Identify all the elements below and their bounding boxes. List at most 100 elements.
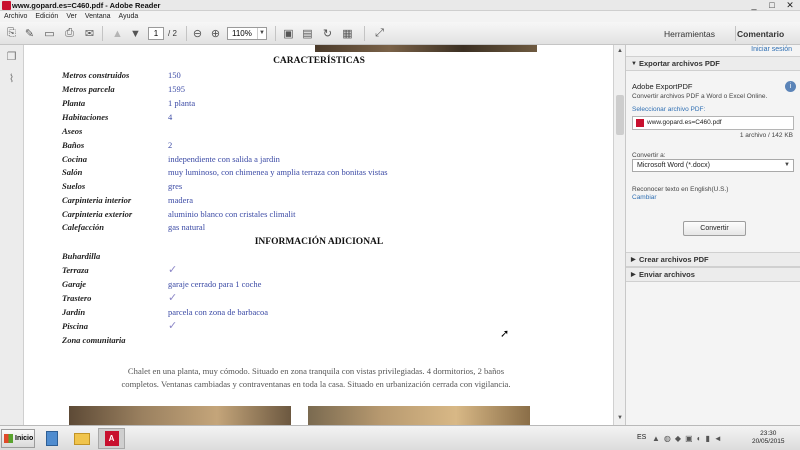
email-icon[interactable]: ✉ — [82, 26, 97, 41]
tray-app-icon[interactable]: ▣ — [685, 434, 693, 443]
start-button[interactable]: Inicio — [1, 429, 35, 448]
checkmark-icon: ✓ — [168, 292, 178, 304]
send-files-title: Enviar archivos — [639, 270, 695, 279]
page-number-input[interactable]: 1 — [148, 27, 164, 40]
fit-width-icon[interactable]: ▤ — [300, 26, 315, 41]
extra-label: Garaje — [62, 279, 87, 289]
close-button[interactable]: ✕ — [784, 0, 796, 10]
start-label: Inicio — [15, 435, 34, 442]
feature-label: Planta — [62, 98, 86, 108]
clock-time: 23:30 — [760, 430, 777, 437]
feature-label: Cocina — [62, 154, 88, 164]
export-pdf-header[interactable]: ▼ Exportar archivos PDF — [626, 56, 800, 71]
menu-edicion[interactable]: Edición — [35, 13, 58, 20]
feature-label: Aseos — [62, 126, 83, 136]
menu-bar: Archivo Edición Ver Ventana Ayuda — [0, 11, 800, 22]
toolbar-divider — [275, 26, 276, 41]
pages-icon[interactable]: ❐ — [5, 51, 18, 64]
menu-ayuda[interactable]: Ayuda — [119, 13, 139, 20]
feature-value: independiente con salida a jardin — [168, 154, 280, 164]
network-icon[interactable]: ▮ — [705, 434, 709, 443]
toolbar: ⎘ ✎ ▭ ⎙ ✉ ▲ ▼ 1 / 2 ⊖ ⊕ 110% ▼ ▣ ▤ ↻ ▦ ⤢… — [0, 22, 800, 45]
sign-in-link[interactable]: Iniciar sesión — [751, 46, 792, 53]
rotate-icon[interactable]: ↻ — [320, 26, 335, 41]
convert-format-select[interactable]: Microsoft Word (*.docx) ▼ — [632, 159, 794, 172]
convert-format-value: Microsoft Word (*.docx) — [637, 162, 710, 169]
create-pdf-title: Crear archivos PDF — [639, 255, 709, 264]
previous-page-icon[interactable]: ▲ — [110, 26, 125, 41]
tray-app-icon[interactable]: ◍ — [664, 434, 671, 443]
menu-ventana[interactable]: Ventana — [85, 13, 111, 20]
extra-label: Terraza — [62, 265, 89, 275]
next-page-icon[interactable]: ▼ — [128, 26, 143, 41]
tray-expand-icon[interactable]: ▲ — [652, 434, 660, 443]
attachment-icon[interactable]: ⌇ — [5, 73, 18, 86]
send-files-header[interactable]: ▶ Enviar archivos — [626, 267, 800, 282]
create-pdf-icon[interactable]: ⎘ — [4, 26, 19, 41]
expand-icon[interactable]: ⤢ — [372, 26, 387, 41]
select-file-label[interactable]: Seleccionar archivo PDF: — [632, 106, 705, 113]
extra-label: Zona comunitaria — [62, 335, 126, 345]
zoom-in-icon[interactable]: ⊕ — [208, 26, 223, 41]
edit-icon[interactable]: ✎ — [22, 26, 37, 41]
fit-page-icon[interactable]: ▣ — [281, 26, 296, 41]
create-pdf-header[interactable]: ▶ Crear archivos PDF — [626, 252, 800, 267]
taskbar: Inicio A ES ▲ ◍ ◆ ▣ ◐ ▮ ◄ 23:30 20/05/20… — [0, 425, 800, 450]
section-title-characteristics: CARACTERÍSTICAS — [273, 56, 365, 66]
tools-pane: Iniciar sesión ▼ Exportar archivos PDF A… — [625, 45, 800, 425]
save-icon[interactable]: ▦ — [340, 26, 355, 41]
feature-value: 1 planta — [168, 98, 196, 108]
feature-label: Metros construidos — [62, 70, 130, 80]
tab-tools[interactable]: Herramientas — [664, 29, 715, 39]
window-title: www.gopard.es=C460.pdf - Adobe Reader — [12, 1, 161, 10]
scroll-up-icon[interactable]: ▲ — [615, 46, 625, 56]
language-indicator[interactable]: ES — [637, 434, 646, 441]
scroll-down-icon[interactable]: ▼ — [615, 413, 625, 423]
convert-button[interactable]: Convertir — [683, 221, 746, 236]
checkmark-icon: ✓ — [168, 264, 178, 276]
folder-icon — [73, 432, 90, 445]
menu-ver[interactable]: Ver — [66, 13, 77, 20]
section-title-additional: INFORMACIÓN ADICIONAL — [254, 237, 384, 247]
feature-value: muy luminoso, con chimenea y amplia terr… — [168, 167, 388, 177]
feature-value: 4 — [168, 112, 173, 122]
taskbar-adobe-reader[interactable]: A — [98, 428, 125, 449]
page-total: / 2 — [168, 29, 177, 38]
tab-comment[interactable]: Comentario — [737, 29, 784, 39]
toolbar-divider — [364, 26, 365, 41]
scroll-thumb[interactable] — [616, 95, 624, 135]
extra-label: Jardín — [62, 307, 86, 317]
adobe-reader-icon: A — [104, 431, 119, 446]
file-name: www.gopard.es=C460.pdf — [647, 119, 722, 126]
vertical-scrollbar[interactable]: ▲ ▼ — [613, 45, 625, 425]
extra-label: Buhardilla — [62, 251, 101, 261]
feature-label: Calefacción — [62, 222, 105, 232]
tray-app-icon[interactable]: ◐ — [697, 434, 702, 443]
tray-app-icon[interactable]: ◆ — [675, 434, 681, 443]
zoom-out-icon[interactable]: ⊖ — [190, 26, 205, 41]
taskbar-explorer[interactable] — [68, 428, 95, 449]
document-view[interactable]: CARACTERÍSTICAS Metros construidos 150 Me… — [25, 45, 613, 425]
taskbar-calculator[interactable] — [38, 428, 65, 449]
calculator-icon — [45, 431, 58, 446]
pdf-file-icon — [636, 119, 644, 127]
feature-label: Carpinteria interior — [62, 195, 132, 205]
windows-logo-icon — [4, 434, 13, 443]
house-photo — [315, 45, 537, 52]
chevron-down-icon[interactable]: ▼ — [257, 28, 266, 39]
zoom-select[interactable]: 110% ▼ — [227, 27, 267, 40]
menu-archivo[interactable]: Archivo — [4, 13, 27, 20]
print-icon[interactable]: ⎙ — [62, 26, 77, 41]
system-clock[interactable]: 23:30 20/05/2015 — [752, 430, 785, 446]
adobe-reader-icon — [2, 1, 11, 10]
open-folder-icon[interactable]: ▭ — [42, 26, 57, 41]
maximize-button[interactable]: □ — [766, 0, 778, 10]
volume-icon[interactable]: ◄ — [714, 434, 722, 443]
mouse-cursor-icon: ➚ — [500, 328, 510, 340]
change-language-link[interactable]: Cambiar — [632, 194, 657, 201]
minimize-button[interactable]: _ — [748, 0, 760, 10]
chevron-down-icon[interactable]: ▼ — [784, 160, 790, 171]
info-icon[interactable]: i — [785, 81, 796, 92]
selected-file-field[interactable]: www.gopard.es=C460.pdf — [632, 116, 794, 130]
house-photo — [69, 406, 291, 425]
